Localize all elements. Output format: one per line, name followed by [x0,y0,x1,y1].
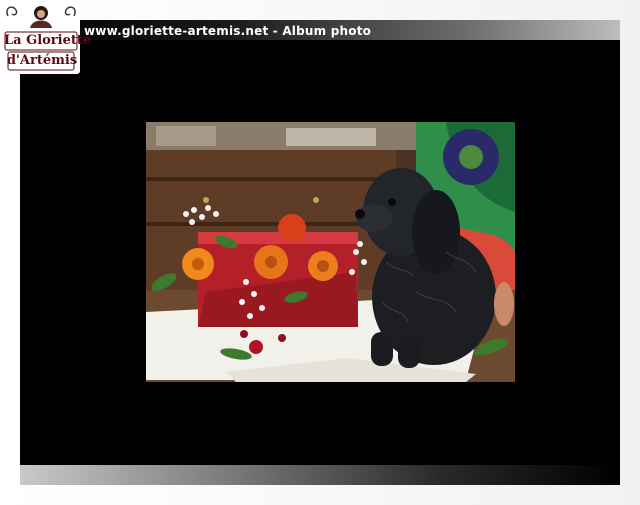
logo-line-1: La Gloriette [4,33,92,48]
footer-bar [20,465,620,485]
logo-line-2: d'Artémis [6,53,78,68]
site-title: www.gloriette-artemis.net - Album photo [84,24,372,38]
site-logo[interactable]: La Gloriette d'Artémis [2,2,92,74]
puppy-photo-image [146,122,515,382]
album-photo[interactable] [146,122,515,382]
